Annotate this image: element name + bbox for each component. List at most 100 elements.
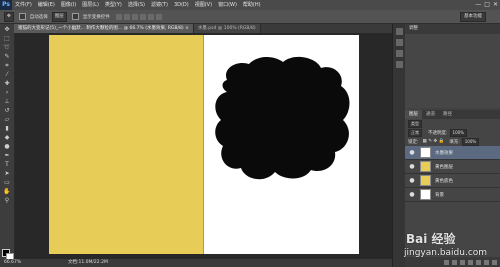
zoom-tool-icon[interactable]: ⚲: [3, 197, 11, 204]
layer-thumbnail: [420, 189, 431, 200]
lock-row: 锁定: ▦ ✎ ✥ 🔒 填充: 100%: [405, 137, 500, 146]
layer-mask-icon[interactable]: [460, 259, 465, 265]
tab-layers[interactable]: 图层: [405, 110, 422, 119]
layer-row-ink[interactable]: ● 水墨效果: [405, 146, 500, 160]
align-bottom-icon[interactable]: [131, 13, 138, 20]
character-panel-icon[interactable]: [396, 50, 403, 57]
tab-paths[interactable]: 路径: [439, 110, 456, 119]
align-left-icon[interactable]: [139, 13, 146, 20]
show-transform-checkbox[interactable]: [71, 13, 79, 20]
layer-list: ● 水墨效果 ● 黄色图层 ● 黄色底色 ● 背景: [405, 146, 500, 202]
properties-panel-icon[interactable]: [396, 39, 403, 46]
layer-row-background[interactable]: ● 背景: [405, 188, 500, 202]
align-right-icon[interactable]: [155, 13, 162, 20]
layer-kind-filter[interactable]: 类型: [408, 119, 422, 128]
eraser-tool-icon[interactable]: ▱: [3, 116, 11, 123]
hand-tool-icon[interactable]: ✋: [3, 188, 11, 195]
crop-tool-icon[interactable]: ⌗: [3, 62, 11, 69]
layer-name: 黄色图层: [435, 164, 453, 170]
document-canvas[interactable]: [49, 35, 359, 254]
history-panel-icon[interactable]: [396, 28, 403, 35]
panel-dock-strip: [392, 24, 406, 267]
opacity-field[interactable]: 100%: [449, 128, 467, 137]
workspace-dropdown[interactable]: 基本功能: [460, 12, 486, 22]
visibility-eye-icon[interactable]: ●: [408, 177, 416, 184]
eyedropper-tool-icon[interactable]: ⁄: [3, 71, 11, 78]
layers-panel-tabs: 图层 通道 路径: [405, 110, 500, 119]
gradient-tool-icon[interactable]: ▮: [3, 125, 11, 132]
new-group-icon[interactable]: [476, 259, 481, 265]
link-layers-icon[interactable]: [444, 259, 449, 265]
trash-icon[interactable]: [492, 259, 497, 265]
menu-bar: Ps 文件(F) 编辑(E) 图像(I) 图层(L) 类型(Y) 选择(S) 滤…: [0, 0, 500, 10]
menu-window[interactable]: 窗口(W): [215, 0, 240, 10]
menu-select[interactable]: 选择(S): [125, 0, 148, 10]
auto-select-label: 自动选择: [29, 14, 48, 20]
opacity-label: 不透明度:: [428, 130, 448, 136]
tab-channels[interactable]: 通道: [422, 110, 439, 119]
move-tool-icon[interactable]: ✥: [3, 26, 11, 33]
lasso-tool-icon[interactable]: ➰: [3, 44, 11, 51]
color-swatches[interactable]: [2, 249, 14, 261]
pen-tool-icon[interactable]: ✒: [3, 152, 11, 159]
lock-label: 锁定:: [408, 139, 419, 145]
quick-select-tool-icon[interactable]: ✎: [3, 53, 11, 60]
canvas-area[interactable]: [15, 33, 392, 259]
show-transform-label: 显示变换控件: [82, 14, 110, 20]
tab-document-ink[interactable]: 水墨.psd @ 100% (RGB/8): [193, 24, 261, 33]
marquee-tool-icon[interactable]: ⬚: [3, 35, 11, 42]
layer-row-yellow[interactable]: ● 黄色图层: [405, 160, 500, 174]
align-top-icon[interactable]: [115, 13, 122, 20]
menu-view[interactable]: 视图(V): [192, 0, 215, 10]
history-brush-tool-icon[interactable]: ↺: [3, 107, 11, 114]
move-tool-icon[interactable]: ✥: [4, 11, 14, 22]
adjustment-layer-icon[interactable]: [468, 259, 473, 265]
layer-name: 背景: [435, 192, 444, 198]
visibility-eye-icon[interactable]: ●: [408, 163, 416, 170]
align-center-icon[interactable]: [147, 13, 154, 20]
minimize-button[interactable]: —: [475, 0, 481, 10]
menu-file[interactable]: 文件(F): [12, 0, 35, 10]
layer-thumbnail: [420, 175, 431, 186]
watermark-logo: Bai 经验: [406, 232, 456, 246]
layer-row-yellow-base[interactable]: ● 黄色底色: [405, 174, 500, 188]
dodge-tool-icon[interactable]: ●: [3, 143, 11, 150]
visibility-eye-icon[interactable]: ●: [408, 149, 416, 156]
menu-image[interactable]: 图像(I): [58, 0, 79, 10]
menu-layer[interactable]: 图层(L): [79, 0, 102, 10]
menu-type[interactable]: 类型(Y): [102, 0, 125, 10]
auto-select-checkbox[interactable]: [18, 13, 26, 20]
tools-panel: ✥ ⬚ ➰ ✎ ⌗ ⁄ ✚ ⸗ ⊥ ↺ ▱ ▮ ◆ ● ✒ T ➤ ▭ ✋ ⚲: [0, 24, 15, 261]
brush-tool-icon[interactable]: ⸗: [3, 89, 11, 96]
maximize-button[interactable]: □: [484, 0, 490, 10]
layer-style-icon[interactable]: [452, 259, 457, 265]
path-select-tool-icon[interactable]: ➤: [3, 170, 11, 177]
layer-filter-row: 类型: [405, 119, 500, 128]
tab-document-main[interactable]: 猪猫的大变形记(5)_一个小幽默... 制作大颗粒的图... @ 66.7% (…: [14, 24, 194, 33]
menu-3d[interactable]: 3D(D): [171, 0, 192, 10]
photoshop-logo: Ps: [0, 0, 12, 10]
visibility-eye-icon[interactable]: ●: [408, 191, 416, 198]
type-tool-icon[interactable]: T: [3, 161, 11, 168]
document-size: 文档:11.0M/22.2M: [68, 260, 108, 265]
blur-tool-icon[interactable]: ◆: [3, 134, 11, 141]
adjustments-panel-title[interactable]: 调整: [405, 24, 500, 34]
layer-name: 黄色底色: [435, 178, 453, 184]
paragraph-panel-icon[interactable]: [396, 61, 403, 68]
blend-mode-dropdown[interactable]: 正常: [408, 128, 422, 137]
auto-select-target-dropdown[interactable]: 图层: [51, 11, 67, 22]
align-middle-icon[interactable]: [123, 13, 130, 20]
clone-stamp-tool-icon[interactable]: ⊥: [3, 98, 11, 105]
shape-tool-icon[interactable]: ▭: [3, 179, 11, 186]
zoom-level[interactable]: 66.67%: [4, 259, 21, 267]
new-layer-icon[interactable]: [484, 259, 489, 265]
menu-filter[interactable]: 滤镜(T): [148, 0, 171, 10]
yellow-layer-area: [49, 35, 203, 254]
blend-row: 正常 不透明度: 100%: [405, 128, 500, 137]
lock-icons[interactable]: ▦ ✎ ✥ 🔒: [423, 139, 445, 144]
close-button[interactable]: ✕: [493, 0, 498, 10]
menu-edit[interactable]: 编辑(E): [35, 0, 58, 10]
healing-brush-tool-icon[interactable]: ✚: [3, 80, 11, 87]
menu-help[interactable]: 帮助(H): [240, 0, 264, 10]
fill-field[interactable]: 100%: [461, 137, 480, 146]
